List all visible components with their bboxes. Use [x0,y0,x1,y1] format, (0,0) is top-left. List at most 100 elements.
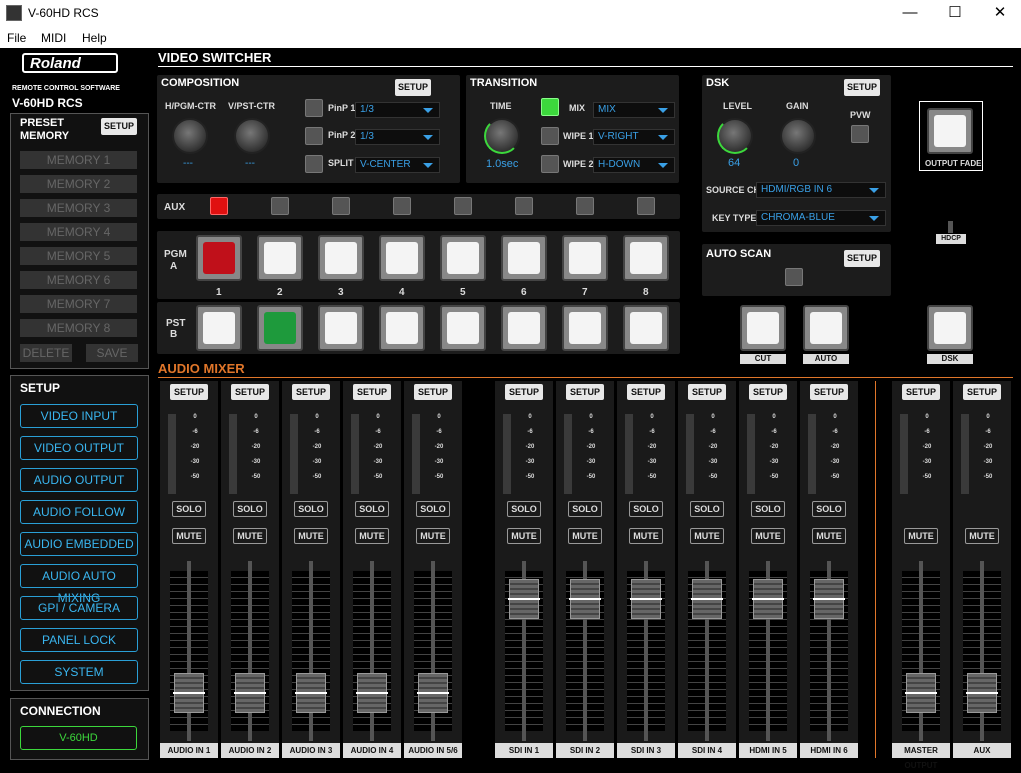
memory-button-2[interactable]: MEMORY 2 [20,175,137,193]
wipe1-select[interactable]: V-RIGHT [593,129,675,145]
mute-button[interactable]: MUTE [904,528,938,544]
mute-button[interactable]: MUTE [416,528,450,544]
menu-midi[interactable]: MIDI [41,31,66,45]
solo-button[interactable]: SOLO [751,501,785,517]
fader-knob[interactable] [691,579,723,619]
fader-knob[interactable] [417,673,449,713]
memory-button-1[interactable]: MEMORY 1 [20,151,137,169]
mute-button[interactable]: MUTE [965,528,999,544]
pgm-button-4[interactable] [379,235,425,281]
level-knob[interactable] [717,118,753,154]
pinp1-button[interactable] [305,99,323,117]
solo-button[interactable]: SOLO [416,501,450,517]
h-pgm-ctr-knob[interactable] [172,118,208,154]
fader-knob[interactable] [295,673,327,713]
key-type-select[interactable]: CHROMA-BLUE [756,210,886,226]
memory-button-3[interactable]: MEMORY 3 [20,199,137,217]
pst-button-3[interactable] [318,305,364,351]
setup-item-4[interactable]: AUDIO FOLLOW [20,500,138,524]
pgm-button-5[interactable] [440,235,486,281]
channel-setup-button[interactable]: SETUP [749,384,787,400]
fader-knob[interactable] [173,673,205,713]
memory-button-6[interactable]: MEMORY 6 [20,271,137,289]
setup-item-1[interactable]: VIDEO INPUT [20,404,138,428]
split-select[interactable]: V-CENTER [355,157,440,173]
setup-item-5[interactable]: AUDIO EMBEDDED [20,532,138,556]
save-button[interactable]: SAVE [86,344,138,362]
pinp2-select[interactable]: 1/3 [355,129,440,145]
channel-setup-button[interactable]: SETUP [170,384,208,400]
mute-button[interactable]: MUTE [233,528,267,544]
aux-button-4[interactable] [393,197,411,215]
channel-setup-button[interactable]: SETUP [566,384,604,400]
setup-item-9[interactable]: SYSTEM [20,660,138,684]
pst-button-7[interactable] [562,305,608,351]
pst-button-4[interactable] [379,305,425,351]
mute-button[interactable]: MUTE [172,528,206,544]
pst-button-8[interactable] [623,305,669,351]
channel-setup-button[interactable]: SETUP [963,384,1001,400]
preset-setup-button[interactable]: SETUP [101,118,137,135]
pgm-button-2[interactable] [257,235,303,281]
fader-knob[interactable] [966,673,998,713]
pgm-button-6[interactable] [501,235,547,281]
auto-scan-button[interactable] [785,268,803,286]
setup-item-8[interactable]: PANEL LOCK [20,628,138,652]
menu-help[interactable]: Help [82,31,107,45]
mute-button[interactable]: MUTE [568,528,602,544]
pinp1-select[interactable]: 1/3 [355,102,440,118]
mute-button[interactable]: MUTE [629,528,663,544]
solo-button[interactable]: SOLO [629,501,663,517]
channel-setup-button[interactable]: SETUP [810,384,848,400]
pgm-button-3[interactable] [318,235,364,281]
dsk-setup-button[interactable]: SETUP [844,79,880,96]
solo-button[interactable]: SOLO [507,501,541,517]
aux-button-3[interactable] [332,197,350,215]
menu-file[interactable]: File [7,31,26,45]
pst-button-5[interactable] [440,305,486,351]
pst-button-1[interactable] [196,305,242,351]
aux-button-5[interactable] [454,197,472,215]
maximize-icon[interactable]: ☐ [932,0,978,27]
fader-knob[interactable] [508,579,540,619]
fader-knob[interactable] [905,673,937,713]
solo-button[interactable]: SOLO [568,501,602,517]
memory-button-4[interactable]: MEMORY 4 [20,223,137,241]
mute-button[interactable]: MUTE [751,528,785,544]
aux-button-2[interactable] [271,197,289,215]
aux-button-8[interactable] [637,197,655,215]
mix-select[interactable]: MIX [593,102,675,118]
fader-knob[interactable] [630,579,662,619]
source-ch-select[interactable]: HDMI/RGB IN 6 [756,182,886,198]
mix-button[interactable] [541,98,559,116]
pgm-button-7[interactable] [562,235,608,281]
aux-button-1[interactable] [210,197,228,215]
solo-button[interactable]: SOLO [355,501,389,517]
solo-button[interactable]: SOLO [690,501,724,517]
time-knob[interactable] [484,118,520,154]
pst-button-6[interactable] [501,305,547,351]
aux-button-6[interactable] [515,197,533,215]
setup-item-6[interactable]: AUDIO AUTO MIXING [20,564,138,605]
solo-button[interactable]: SOLO [172,501,206,517]
fader-knob[interactable] [813,579,845,619]
mute-button[interactable]: MUTE [812,528,846,544]
memory-button-5[interactable]: MEMORY 5 [20,247,137,265]
mute-button[interactable]: MUTE [690,528,724,544]
pgm-button-8[interactable] [623,235,669,281]
minimize-icon[interactable]: — [887,0,933,27]
channel-setup-button[interactable]: SETUP [688,384,726,400]
v-pst-ctr-knob[interactable] [234,118,270,154]
mute-button[interactable]: MUTE [355,528,389,544]
channel-setup-button[interactable]: SETUP [292,384,330,400]
pgm-button-1[interactable] [196,235,242,281]
channel-setup-button[interactable]: SETUP [353,384,391,400]
auto-button[interactable] [803,305,849,351]
channel-setup-button[interactable]: SETUP [231,384,269,400]
output-fade-button[interactable] [927,108,973,154]
cut-button[interactable] [740,305,786,351]
solo-button[interactable]: SOLO [233,501,267,517]
memory-button-8[interactable]: MEMORY 8 [20,319,137,337]
auto-scan-setup-button[interactable]: SETUP [844,250,880,267]
pinp2-button[interactable] [305,127,323,145]
